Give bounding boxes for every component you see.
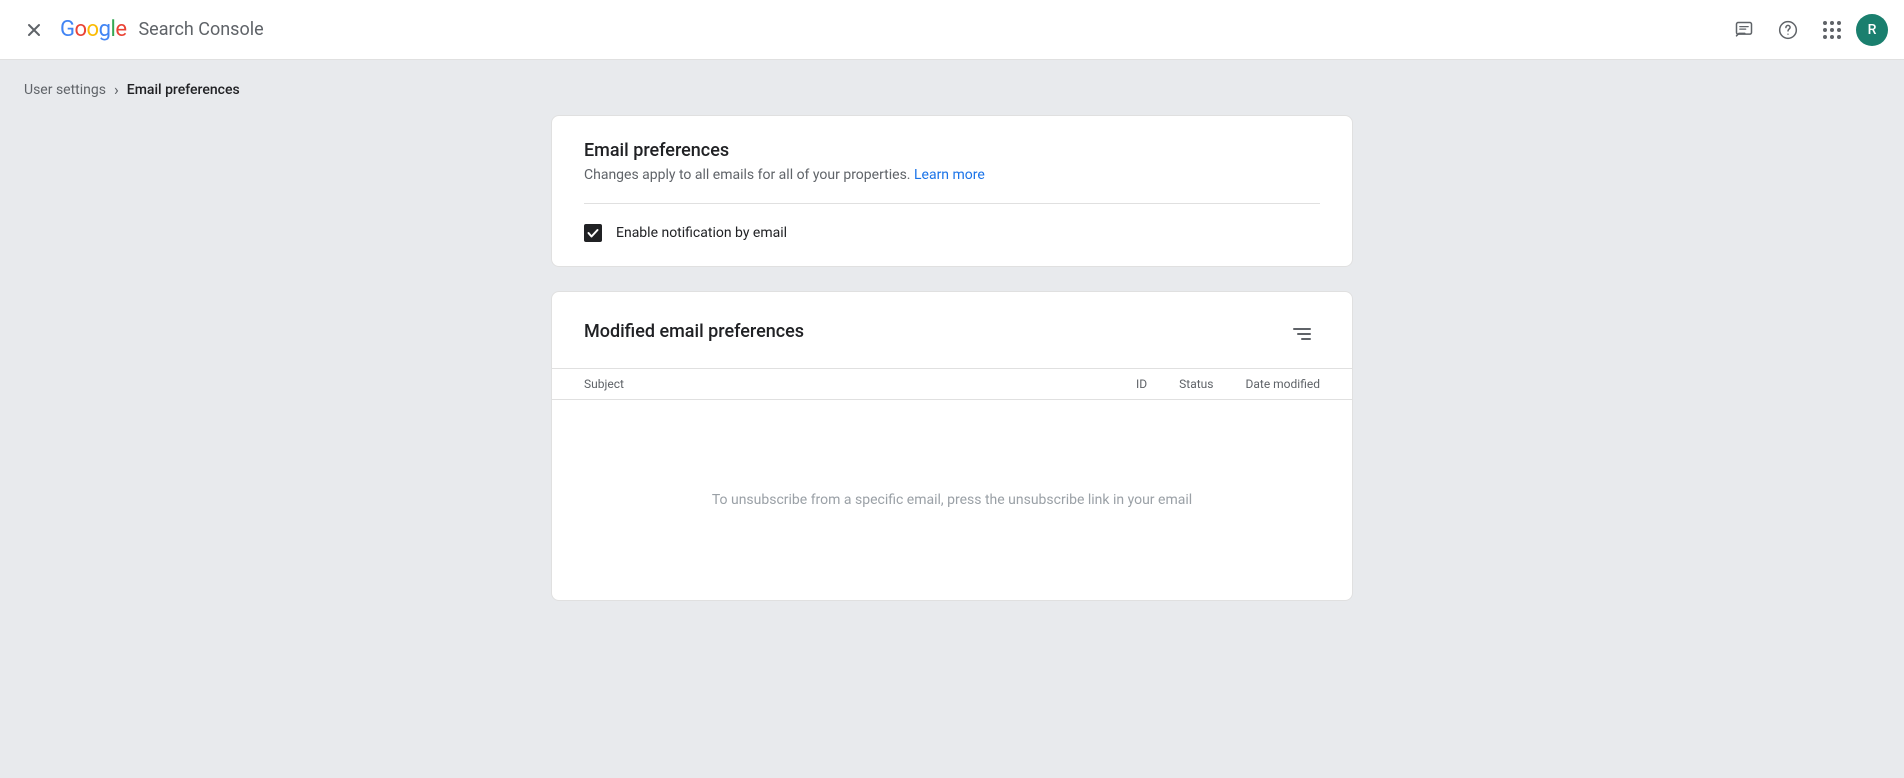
- breadcrumb-parent[interactable]: User settings: [24, 82, 106, 98]
- avatar[interactable]: R: [1856, 14, 1888, 46]
- apps-button[interactable]: [1812, 10, 1852, 50]
- modified-card-header: Modified email preferences: [552, 292, 1352, 368]
- checkbox-label: Enable notification by email: [616, 225, 787, 241]
- learn-more-link[interactable]: Learn more: [914, 167, 985, 183]
- google-logo: Google: [60, 17, 126, 42]
- checkbox-row: Enable notification by email: [552, 204, 1352, 266]
- modified-card-title: Modified email preferences: [584, 321, 804, 342]
- card-subtitle-text: Changes apply to all emails for all of y…: [584, 167, 911, 183]
- card-header: Email preferences Changes apply to all e…: [552, 116, 1352, 203]
- apps-grid-icon: [1823, 21, 1841, 39]
- col-date-modified: Date modified: [1245, 377, 1320, 391]
- feedback-button[interactable]: [1724, 10, 1764, 50]
- header-right: R: [1724, 10, 1888, 50]
- app-name: Search Console: [138, 19, 263, 40]
- col-id: ID: [1136, 377, 1147, 391]
- filter-icon: [1293, 328, 1311, 340]
- enable-notification-checkbox[interactable]: [584, 224, 602, 242]
- breadcrumb: User settings › Email preferences: [0, 60, 1904, 115]
- breadcrumb-separator: ›: [114, 80, 119, 99]
- main-content: Email preferences Changes apply to all e…: [527, 115, 1377, 665]
- card-subtitle: Changes apply to all emails for all of y…: [584, 167, 1320, 183]
- col-subject: Subject: [584, 377, 1104, 391]
- card-title: Email preferences: [584, 140, 1320, 161]
- app-header: Google Search Console: [0, 0, 1904, 60]
- table-empty-message: To unsubscribe from a specific email, pr…: [712, 492, 1192, 508]
- table-header: Subject ID Status Date modified: [552, 368, 1352, 400]
- email-preferences-card: Email preferences Changes apply to all e…: [551, 115, 1353, 267]
- header-left: Google Search Console: [16, 12, 1724, 48]
- table-body: To unsubscribe from a specific email, pr…: [552, 400, 1352, 600]
- filter-button[interactable]: [1284, 316, 1320, 352]
- help-button[interactable]: [1768, 10, 1808, 50]
- col-status: Status: [1179, 377, 1213, 391]
- breadcrumb-current: Email preferences: [127, 82, 240, 98]
- modified-email-preferences-card: Modified email preferences Subject ID St…: [551, 291, 1353, 601]
- close-button[interactable]: [16, 12, 52, 48]
